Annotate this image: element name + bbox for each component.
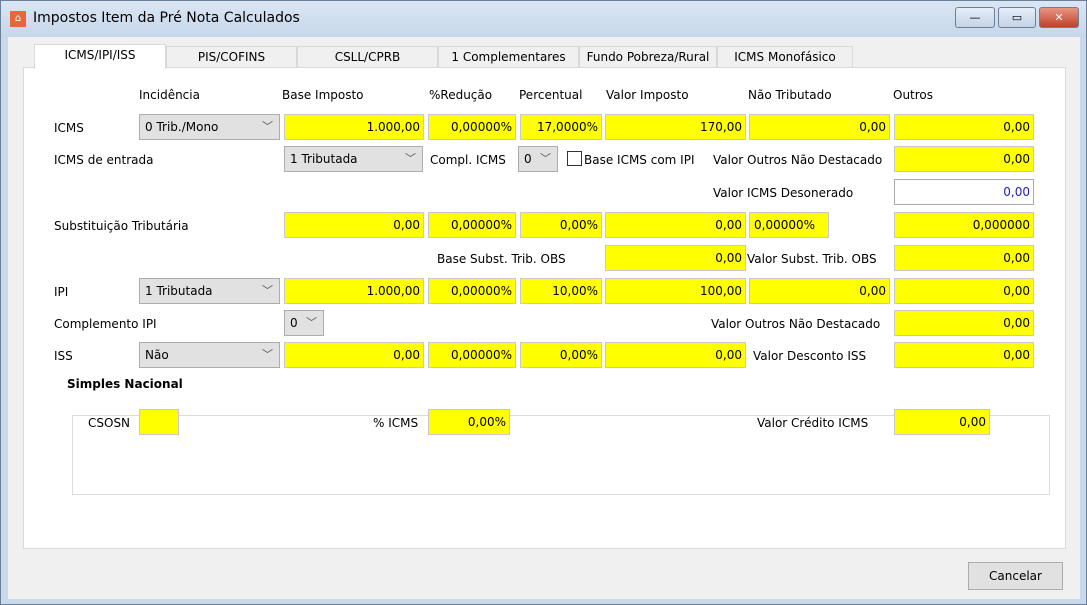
ipi-base-field[interactable]: 1.000,00: [284, 278, 424, 304]
icms-nao-tributado-field[interactable]: 0,00: [749, 114, 890, 140]
iss-desconto-label: Valor Desconto ISS: [753, 349, 867, 363]
dialog-client: ICMS/IPI/ISS PIS/COFINS CSLL/CPRB 1 Comp…: [8, 37, 1080, 599]
iss-reducao-field[interactable]: 0,00000%: [428, 342, 516, 368]
icms-label: ICMS: [54, 121, 84, 135]
ipi-percentual-field[interactable]: 10,00%: [520, 278, 602, 304]
desonerado-label: Valor ICMS Desonerado: [713, 186, 854, 200]
base-icms-ipi-label: Base ICMS com IPI: [584, 153, 695, 167]
valor-st-obs-label: Valor Subst. Trib. OBS: [747, 252, 877, 266]
compl-icms-select[interactable]: 0 ﹀: [518, 146, 558, 172]
header-reducao: %Redução: [429, 88, 493, 102]
iss-incidencia-select[interactable]: Não ﹀: [139, 342, 280, 368]
base-icms-ipi-checkbox[interactable]: [567, 151, 582, 166]
ipi-label: IPI: [54, 285, 69, 299]
header-base: Base Imposto: [282, 88, 364, 102]
credito-icms-field[interactable]: 0,00: [894, 409, 990, 435]
chevron-down-icon: ﹀: [540, 152, 551, 165]
iss-label: ISS: [54, 349, 73, 363]
header-incidencia: Incidência: [139, 88, 200, 102]
st-outros-field[interactable]: 0,000000: [894, 212, 1034, 238]
iss-desconto-field[interactable]: 0,00: [894, 342, 1034, 368]
ipi-outros-field[interactable]: 0,00: [894, 278, 1034, 304]
ipi-incidencia-value: 1 Tributada: [145, 284, 213, 298]
icms-entrada-select[interactable]: 1 Tributada ﹀: [284, 146, 423, 172]
ipi-reducao-field[interactable]: 0,00000%: [428, 278, 516, 304]
ipi-valor-field[interactable]: 100,00: [605, 278, 746, 304]
header-nao-tributado: Não Tributado: [748, 88, 832, 102]
tab-icms-monofasico[interactable]: ICMS Monofásico: [717, 46, 853, 68]
st-mva-field[interactable]: 0,00000%: [749, 212, 829, 238]
icms-reducao-field[interactable]: 0,00000%: [428, 114, 516, 140]
base-st-obs-label: Base Subst. Trib. OBS: [437, 252, 566, 266]
outros-nd-field[interactable]: 0,00: [894, 146, 1034, 172]
icms-outros-field[interactable]: 0,00: [894, 114, 1034, 140]
app-icon: ⌂: [10, 11, 26, 27]
st-percentual-field[interactable]: 0,00%: [520, 212, 602, 238]
chevron-down-icon: ﹀: [405, 152, 416, 165]
compl-ipi-label: Complemento IPI: [54, 317, 157, 331]
tab-panel: Incidência Base Imposto %Redução Percent…: [23, 67, 1066, 549]
chevron-down-icon: ﹀: [262, 120, 273, 133]
minimize-button[interactable]: —: [955, 7, 995, 28]
iss-incidencia-value: Não: [145, 348, 169, 362]
iss-base-field[interactable]: 0,00: [284, 342, 424, 368]
icms-entrada-label: ICMS de entrada: [54, 153, 154, 167]
compl-icms-label: Compl. ICMS: [430, 153, 506, 167]
ipi-nao-tributado-field[interactable]: 0,00: [749, 278, 890, 304]
outros-nd-label: Valor Outros Não Destacado: [713, 153, 883, 167]
close-button[interactable]: ✕: [1039, 7, 1079, 28]
header-percentual: Percentual: [519, 88, 583, 102]
cancel-button[interactable]: Cancelar: [968, 562, 1063, 590]
simples-icms-label: % ICMS: [373, 416, 419, 430]
window-title: Impostos Item da Pré Nota Calculados: [33, 10, 300, 26]
compl-ipi-outros-nd-field[interactable]: 0,00: [894, 310, 1034, 336]
icms-percentual-field[interactable]: 17,0000%: [520, 114, 602, 140]
desonerado-field[interactable]: 0,00: [894, 179, 1034, 205]
icms-incidencia-select[interactable]: 0 Trib./Mono ﹀: [139, 114, 280, 140]
tab-icms-ipi-iss[interactable]: ICMS/IPI/ISS: [34, 44, 166, 69]
csosn-field[interactable]: [139, 409, 179, 435]
csosn-label: CSOSN: [88, 416, 131, 430]
st-label: Substituição Tributária: [54, 219, 189, 233]
base-st-obs-field[interactable]: 0,00: [605, 245, 746, 271]
chevron-down-icon: ﹀: [262, 284, 273, 297]
maximize-button[interactable]: ▭: [998, 7, 1036, 28]
icms-incidencia-value: 0 Trib./Mono: [145, 120, 219, 134]
compl-icms-value: 0: [524, 152, 532, 166]
header-valor: Valor Imposto: [606, 88, 689, 102]
compl-ipi-value: 0: [290, 316, 298, 330]
chevron-down-icon: ﹀: [262, 348, 273, 361]
icms-entrada-value: 1 Tributada: [290, 152, 358, 166]
ipi-incidencia-select[interactable]: 1 Tributada ﹀: [139, 278, 280, 304]
compl-ipi-outros-nd-label: Valor Outros Não Destacado: [711, 317, 881, 331]
simples-icms-field[interactable]: 0,00%: [428, 409, 510, 435]
iss-valor-field[interactable]: 0,00: [605, 342, 746, 368]
dialog-window: ⌂ Impostos Item da Pré Nota Calculados —…: [0, 0, 1087, 605]
simples-nacional-title: Simples Nacional: [64, 377, 186, 391]
chevron-down-icon: ﹀: [306, 316, 317, 329]
icms-valor-field[interactable]: 170,00: [605, 114, 746, 140]
iss-percentual-field[interactable]: 0,00%: [520, 342, 602, 368]
st-valor-field[interactable]: 0,00: [605, 212, 746, 238]
tab-csll-cprb[interactable]: CSLL/CPRB: [297, 46, 438, 68]
compl-ipi-select[interactable]: 0 ﹀: [284, 310, 324, 336]
tab-complementares[interactable]: 1 Complementares: [438, 46, 579, 68]
icms-base-field[interactable]: 1.000,00: [284, 114, 424, 140]
credito-icms-label: Valor Crédito ICMS: [757, 416, 869, 430]
header-outros: Outros: [893, 88, 934, 102]
st-reducao-field[interactable]: 0,00000%: [428, 212, 516, 238]
title-bar: ⌂ Impostos Item da Pré Nota Calculados —…: [1, 1, 1086, 37]
tab-fundo-pobreza[interactable]: Fundo Pobreza/Rural: [579, 46, 717, 68]
st-base-field[interactable]: 0,00: [284, 212, 424, 238]
tab-pis-cofins[interactable]: PIS/COFINS: [166, 46, 297, 68]
valor-st-obs-field[interactable]: 0,00: [894, 245, 1034, 271]
